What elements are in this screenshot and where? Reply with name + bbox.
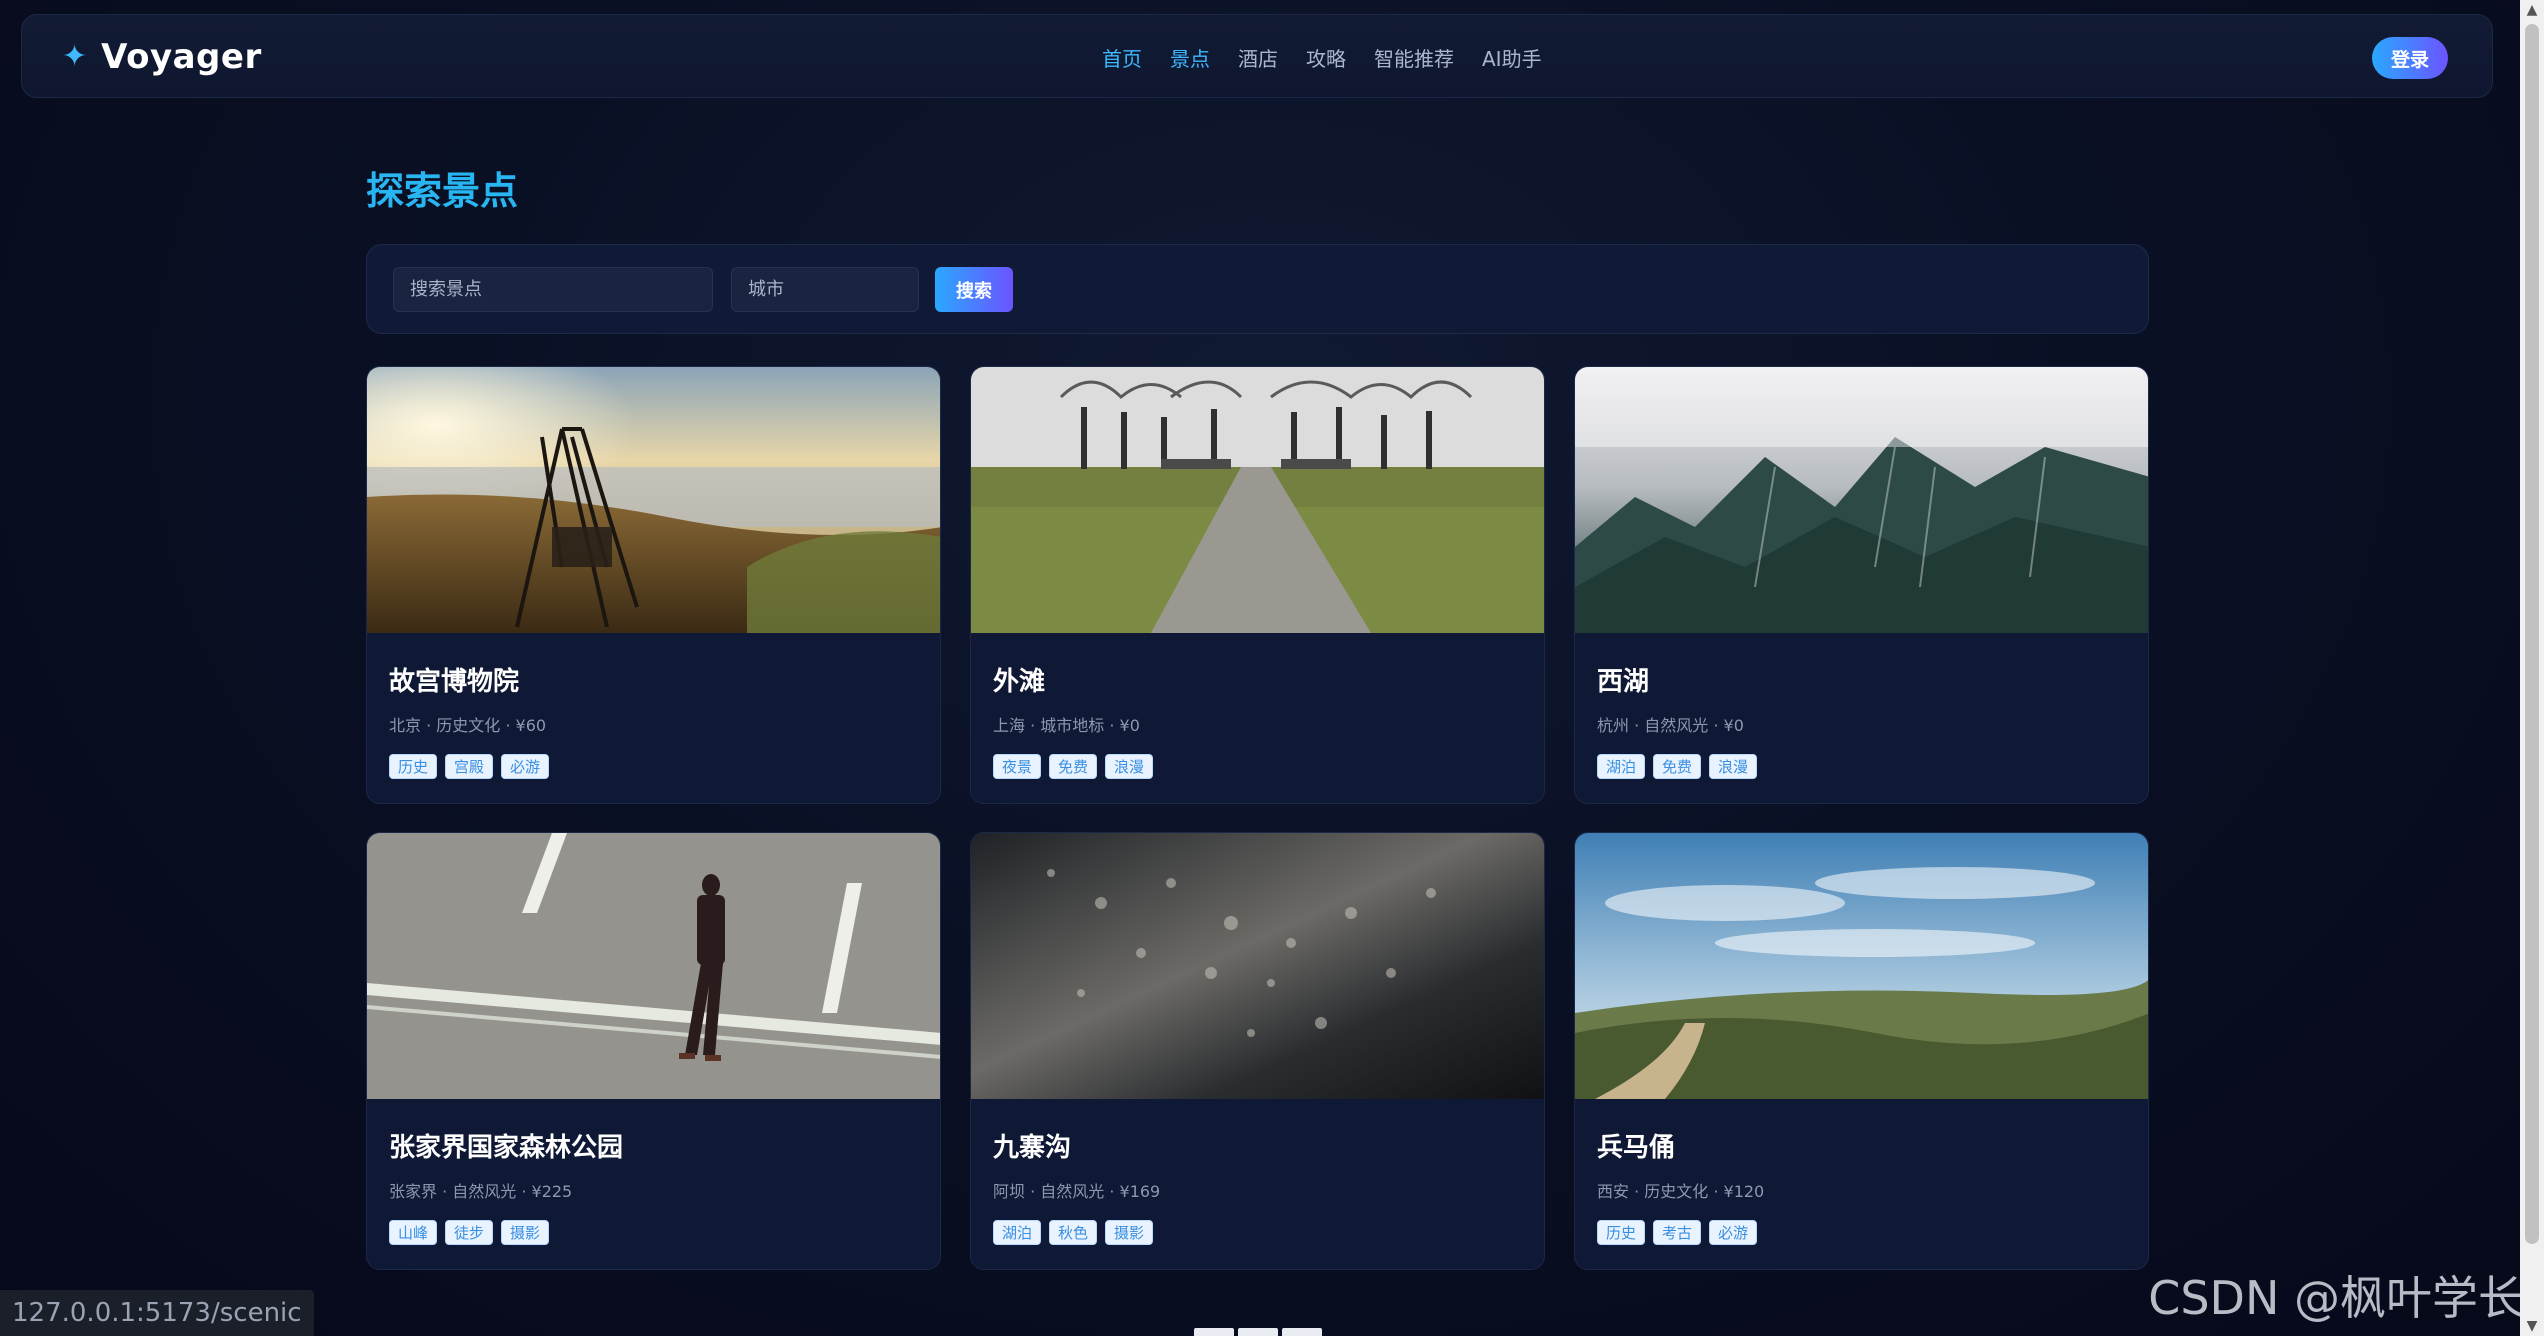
scenic-meta: 阿坝 · 自然风光 · ¥169 [993, 1182, 1161, 1201]
scroll-down-icon[interactable]: ▼ [2520, 1316, 2544, 1336]
scenic-name: 故宫博物院 [389, 667, 520, 697]
sparkle-icon: ✦ [62, 39, 88, 74]
scenic-name: 外滩 [993, 667, 1046, 697]
status-bar-url: 127.0.0.1:5173/scenic [0, 1290, 314, 1336]
search-panel: 搜索 [366, 244, 2149, 334]
nav-item-ai-assistant[interactable]: AI助手 [1482, 43, 1542, 72]
nav-item-guides[interactable]: 攻略 [1306, 43, 1346, 72]
login-button[interactable]: 登录 [2372, 37, 2448, 79]
watermark: CSDN @枫叶学长 [2148, 1271, 2524, 1325]
scenic-photo-man-walking [367, 833, 940, 1099]
brand-logo[interactable]: ✦ Voyager [62, 15, 262, 99]
nav-item-home[interactable]: 首页 [1102, 43, 1142, 72]
tag: 秋色 [1049, 1220, 1098, 1245]
scroll-thumb[interactable] [2525, 24, 2539, 1244]
scenic-meta: 张家界 · 自然风光 · ¥225 [389, 1182, 573, 1201]
scenic-card[interactable]: 外滩 上海 · 城市地标 · ¥0 夜景 免费 浪漫 [970, 366, 1545, 804]
vertical-scrollbar[interactable]: ▲ ▼ [2520, 0, 2544, 1336]
tag: 历史 [1597, 1220, 1646, 1245]
page-button[interactable] [1194, 1328, 1234, 1336]
scenic-photo-lakeside-swing [367, 367, 940, 633]
scenic-page: ✦ Voyager 首页 景点 酒店 攻略 智能推荐 AI助手 登录 探索景点 … [0, 0, 2544, 1336]
tag: 湖泊 [1597, 754, 1646, 779]
tag: 宫殿 [445, 754, 494, 779]
search-button[interactable]: 搜索 [935, 267, 1013, 312]
tag: 考古 [1653, 1220, 1702, 1245]
pagination-partial[interactable] [1194, 1328, 1322, 1336]
tag-list: 湖泊 免费 浪漫 [1597, 754, 1758, 779]
main-nav: 首页 景点 酒店 攻略 智能推荐 AI助手 [1102, 15, 1542, 99]
tag-list: 历史 考古 必游 [1597, 1220, 1758, 1245]
scenic-name: 西湖 [1597, 667, 1650, 697]
scenic-meta: 杭州 · 自然风光 · ¥0 [1597, 716, 1744, 735]
page-button[interactable] [1238, 1328, 1278, 1336]
tag: 湖泊 [993, 1220, 1042, 1245]
scenic-name: 九寨沟 [993, 1133, 1072, 1163]
tag: 免费 [1653, 754, 1702, 779]
scenic-name: 兵马俑 [1597, 1133, 1676, 1163]
scenic-meta: 北京 · 历史文化 · ¥60 [389, 716, 547, 735]
tag: 浪漫 [1709, 754, 1758, 779]
tag: 摄影 [501, 1220, 550, 1245]
scenic-photo-wet-asphalt [971, 833, 1544, 1099]
brand-name: Voyager [101, 37, 262, 77]
scenic-search-input[interactable] [393, 267, 713, 312]
scroll-up-icon[interactable]: ▲ [2520, 0, 2544, 20]
nav-item-recommend[interactable]: 智能推荐 [1374, 43, 1454, 72]
tag: 历史 [389, 754, 438, 779]
nav-item-hotels[interactable]: 酒店 [1238, 43, 1278, 72]
scenic-photo-tree-path [971, 367, 1544, 633]
page-button[interactable] [1282, 1328, 1322, 1336]
scenic-photo-hill-trail [1575, 833, 2148, 1099]
tag: 山峰 [389, 1220, 438, 1245]
page-title: 探索景点 [366, 169, 519, 213]
tag-list: 湖泊 秋色 摄影 [993, 1220, 1154, 1245]
scenic-name: 张家界国家森林公园 [389, 1133, 624, 1163]
tag: 必游 [501, 754, 550, 779]
tag-list: 历史 宫殿 必游 [389, 754, 550, 779]
scenic-meta: 西安 · 历史文化 · ¥120 [1597, 1182, 1765, 1201]
scenic-card[interactable]: 九寨沟 阿坝 · 自然风光 · ¥169 湖泊 秋色 摄影 [970, 832, 1545, 1270]
scenic-card[interactable]: 张家界国家森林公园 张家界 · 自然风光 · ¥225 山峰 徒步 摄影 [366, 832, 941, 1270]
tag: 摄影 [1105, 1220, 1154, 1245]
tag: 必游 [1709, 1220, 1758, 1245]
tag-list: 山峰 徒步 摄影 [389, 1220, 550, 1245]
tag: 浪漫 [1105, 754, 1154, 779]
scenic-meta: 上海 · 城市地标 · ¥0 [993, 716, 1140, 735]
tag: 夜景 [993, 754, 1042, 779]
nav-item-scenic[interactable]: 景点 [1170, 43, 1210, 72]
scenic-card[interactable]: 西湖 杭州 · 自然风光 · ¥0 湖泊 免费 浪漫 [1574, 366, 2149, 804]
tag-list: 夜景 免费 浪漫 [993, 754, 1154, 779]
scenic-photo-misty-mountains [1575, 367, 2148, 633]
tag: 徒步 [445, 1220, 494, 1245]
tag: 免费 [1049, 754, 1098, 779]
scenic-card[interactable]: 兵马俑 西安 · 历史文化 · ¥120 历史 考古 必游 [1574, 832, 2149, 1270]
scenic-card[interactable]: 故宫博物院 北京 · 历史文化 · ¥60 历史 宫殿 必游 [366, 366, 941, 804]
city-input[interactable] [731, 267, 919, 312]
top-navbar: ✦ Voyager 首页 景点 酒店 攻略 智能推荐 AI助手 登录 [21, 14, 2493, 98]
